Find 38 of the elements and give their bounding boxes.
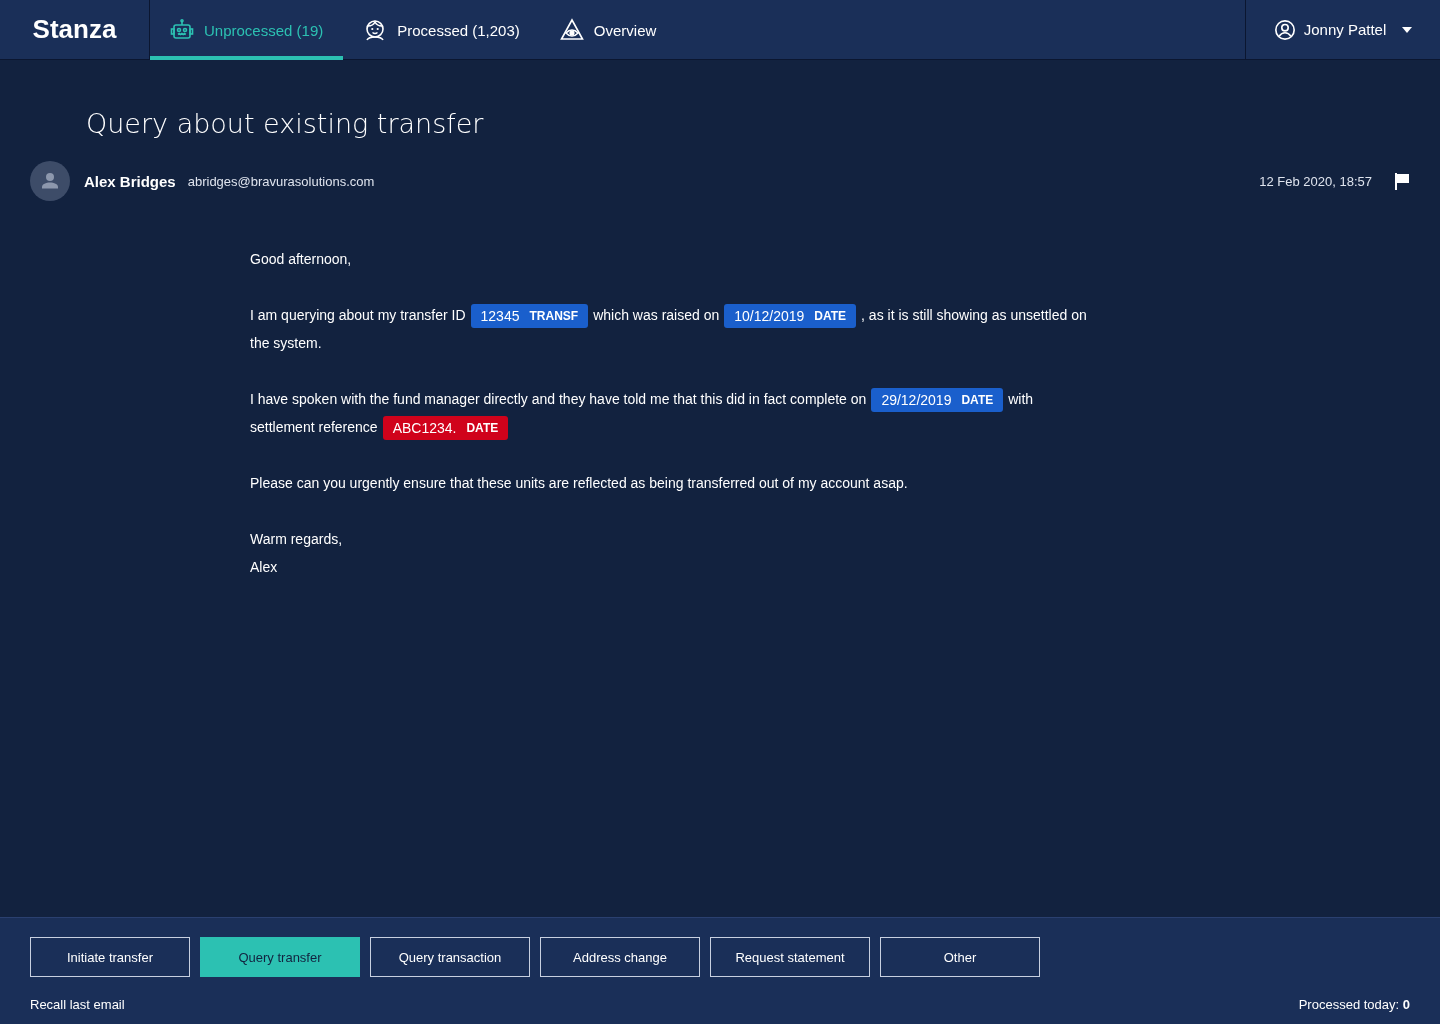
nav-tab[interactable]: Unprocessed (19) bbox=[150, 0, 344, 60]
email-text: Alex bbox=[250, 559, 278, 575]
email-text: with bbox=[1008, 391, 1034, 407]
user-name[interactable]: Jonny Pattel bbox=[1303, 21, 1387, 38]
email-text: the system. bbox=[250, 335, 322, 351]
category-button[interactable]: Query transaction bbox=[370, 937, 530, 977]
email-text: I have spoken with the fund manager directly and they have told me that this did in fact complete on bbox=[250, 391, 867, 407]
app-logo: Stanza bbox=[0, 0, 150, 59]
email-text: Please can you urgently ensure that these units are reflected as being transferred out of my account asap. bbox=[250, 475, 908, 491]
email-text: which was raised on bbox=[593, 307, 720, 323]
sender-name: Alex Bridges bbox=[84, 172, 176, 190]
category-button[interactable]: Other bbox=[880, 937, 1040, 977]
avatar-icon bbox=[30, 161, 70, 201]
sender-email: abridges@bravurasolutions.com bbox=[187, 173, 375, 189]
category-button[interactable]: Request statement bbox=[710, 937, 870, 977]
email-text: Good afternoon, bbox=[250, 251, 352, 267]
email-subject: Query about existing transfer bbox=[86, 108, 485, 139]
email-text: I am querying about my transfer ID bbox=[250, 307, 466, 323]
recall-link[interactable]: Recall last email bbox=[30, 997, 125, 1012]
user-avatar-icon bbox=[1273, 18, 1296, 41]
entity-tag[interactable]: 29/12/2019 DATE bbox=[871, 388, 1004, 413]
entity-tag[interactable]: 12345 TRANSF bbox=[470, 304, 589, 329]
eye-triangle-icon bbox=[559, 18, 584, 42]
caret-icon bbox=[1402, 26, 1413, 33]
processed-label: Processed today: bbox=[1298, 997, 1400, 1012]
email-date: 12 Feb 2020, 18:57 bbox=[1259, 173, 1372, 189]
entity-tag[interactable]: ABC1234. DATE bbox=[382, 416, 509, 441]
category-button[interactable]: Address change bbox=[540, 937, 700, 977]
email-text: settlement reference bbox=[250, 419, 378, 435]
category-button[interactable]: Query transfer bbox=[200, 937, 360, 977]
category-button[interactable]: Initiate transfer bbox=[30, 937, 190, 977]
processed-count: 0 bbox=[1402, 997, 1410, 1012]
email-text: Warm regards, bbox=[250, 531, 343, 547]
robot-icon bbox=[170, 18, 194, 42]
email-text: , as it is still showing as unsettled on bbox=[861, 307, 1087, 323]
nav-tab[interactable]: Overview bbox=[539, 0, 677, 60]
nav-tab[interactable]: Processed (1,203) bbox=[343, 0, 540, 60]
entity-tag[interactable]: 10/12/2019 DATE bbox=[724, 304, 857, 329]
